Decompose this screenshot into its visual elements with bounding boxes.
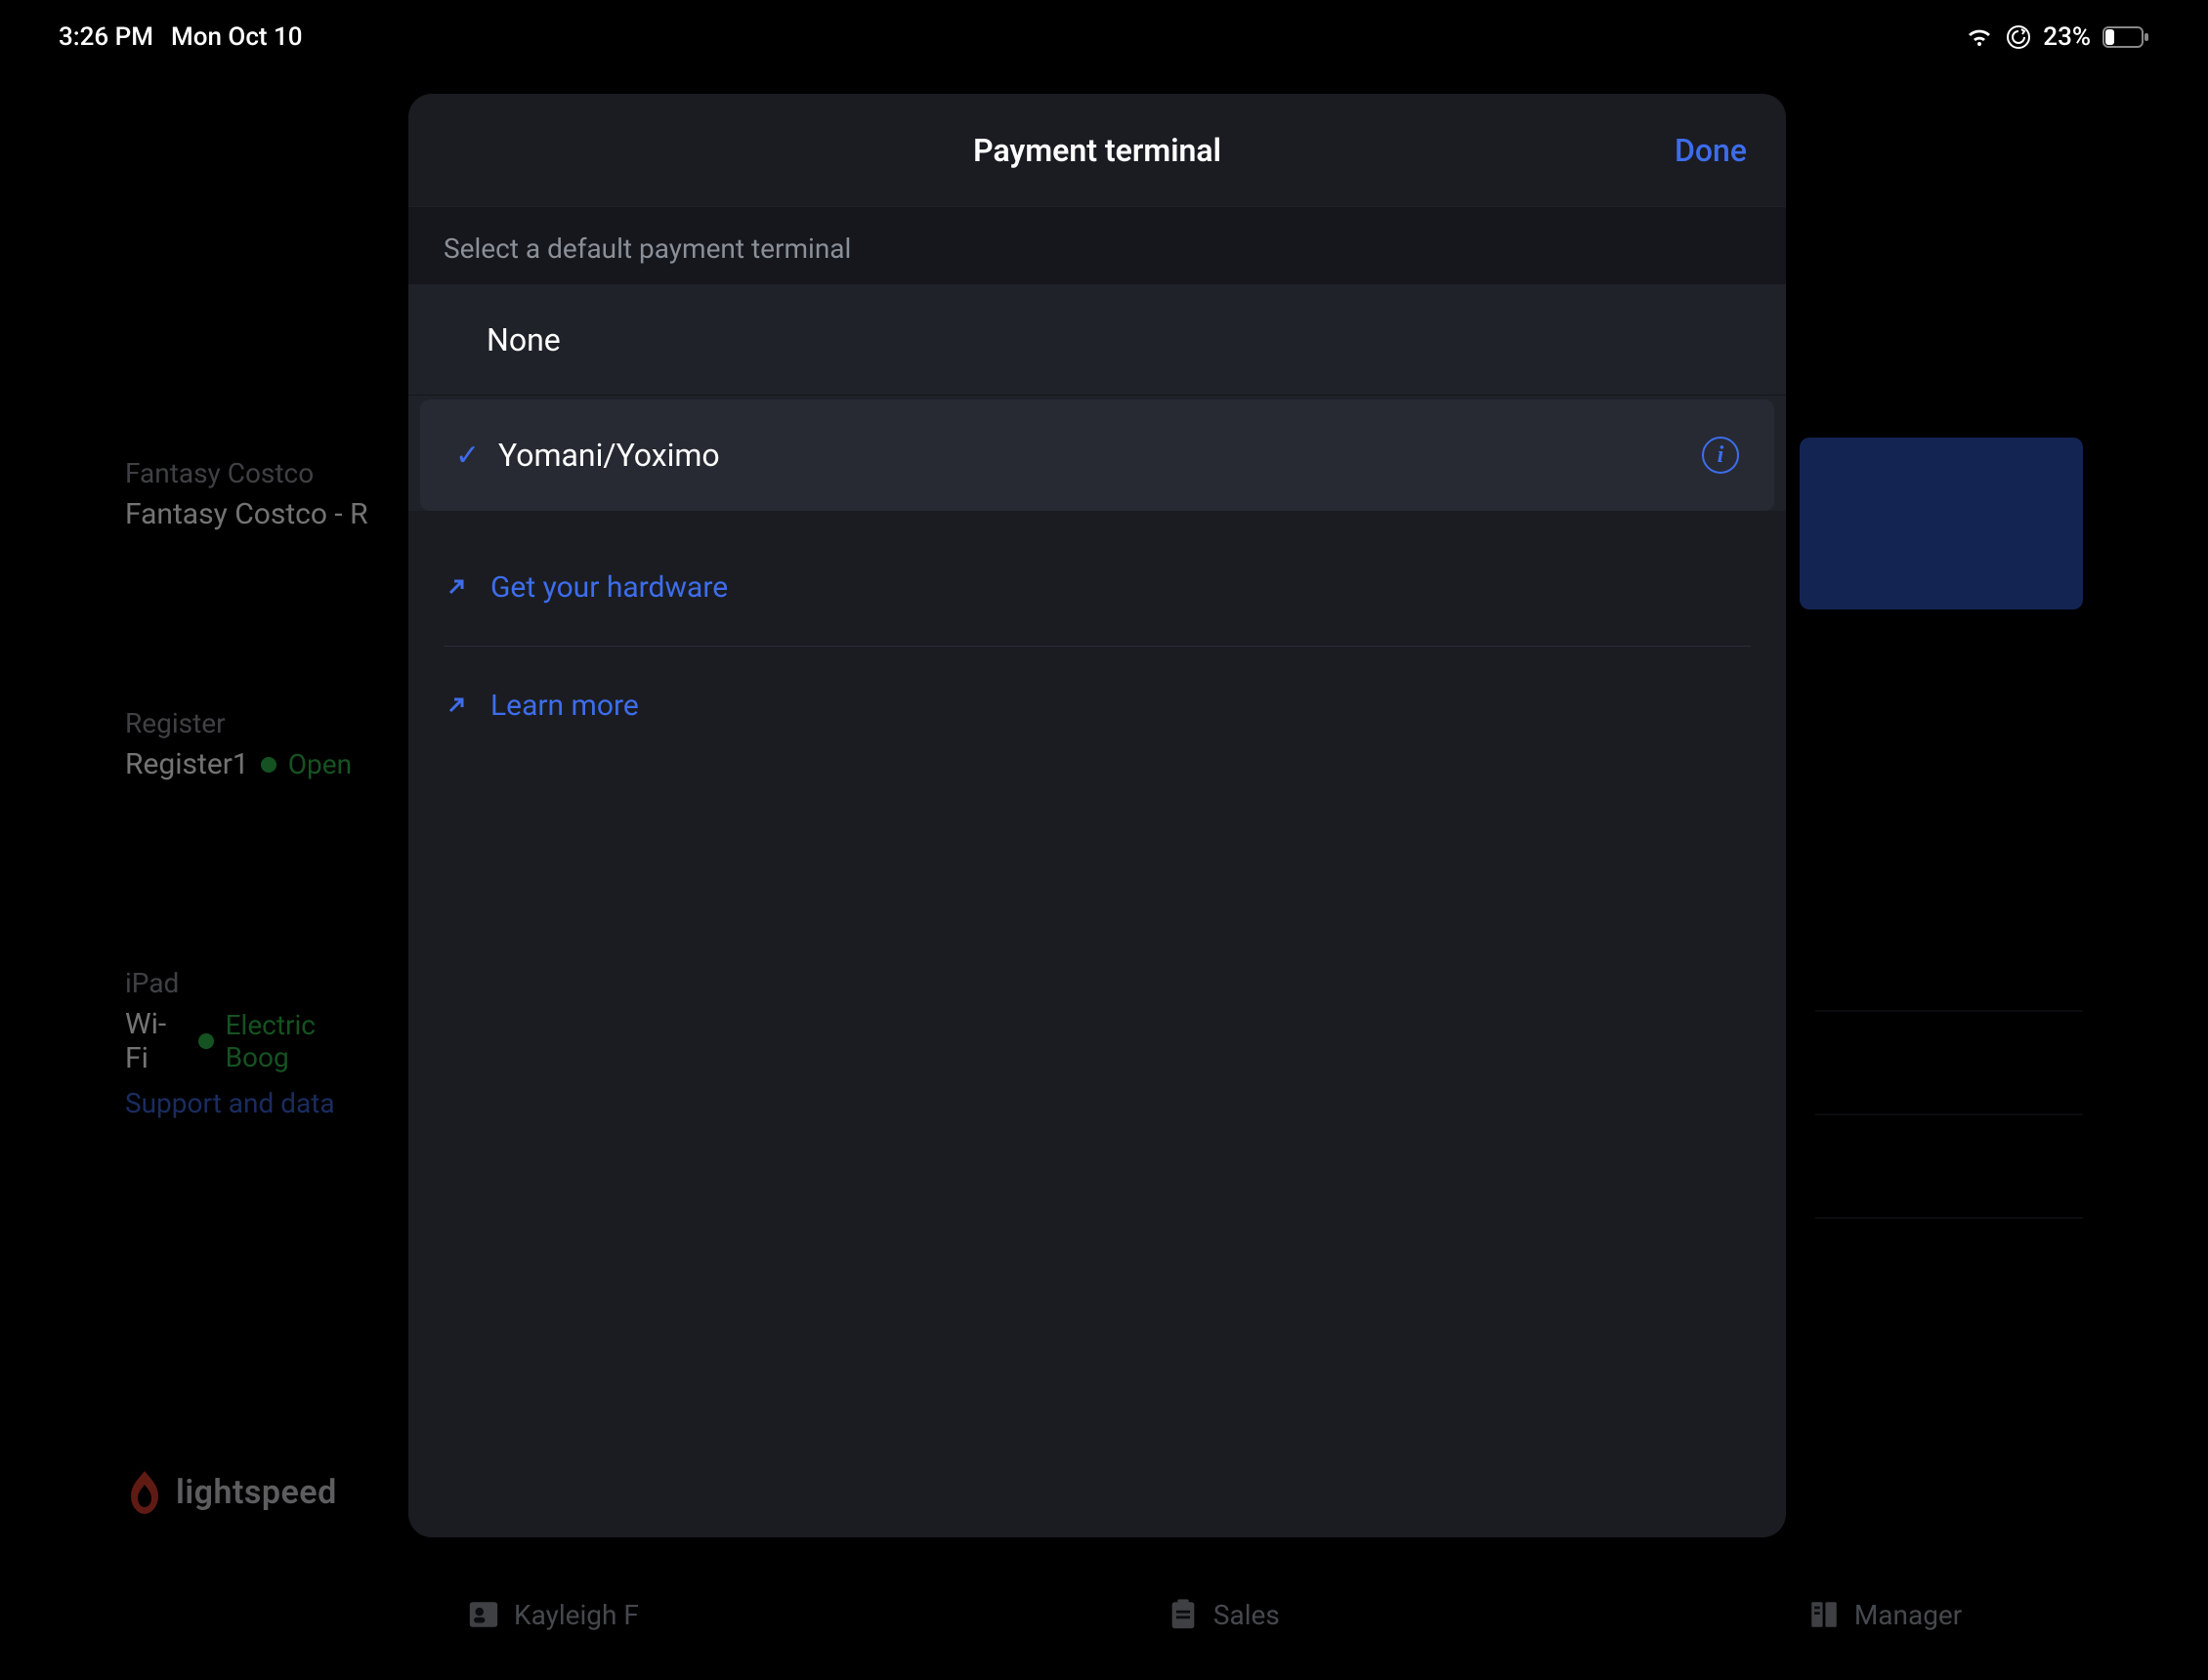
battery-icon [2102,26,2149,48]
external-arrow-icon [444,693,469,718]
terminal-option-none[interactable]: None [408,284,1786,396]
modal-header: Payment terminal Done [408,94,1786,207]
info-icon[interactable]: i [1702,437,1739,474]
rotation-lock-icon [2006,24,2031,50]
check-icon: ✓ [455,439,498,473]
status-time: 3:26 PM [59,22,153,52]
get-hardware-link[interactable]: Get your hardware [408,528,1786,646]
link-label: Learn more [490,689,639,723]
payment-terminal-modal: Payment terminal Done Select a default p… [408,94,1786,1537]
done-button[interactable]: Done [1675,94,1747,206]
modal-title: Payment terminal [973,132,1221,169]
learn-more-link[interactable]: Learn more [408,647,1786,764]
terminal-option-yomani[interactable]: ✓ Yomani/Yoximo i [420,399,1774,511]
external-arrow-icon [444,574,469,600]
link-section: Get your hardware Learn more [408,528,1786,764]
status-date: Mon Oct 10 [171,22,303,52]
section-header: Select a default payment terminal [408,207,1786,284]
battery-percent: 23% [2043,22,2091,52]
terminal-option-list: None ✓ Yomani/Yoximo i [408,284,1786,511]
wifi-icon [1965,26,1994,48]
link-label: Get your hardware [490,570,728,605]
option-label: Yomani/Yoximo [498,437,1702,474]
option-label: None [487,321,1751,358]
status-bar: 3:26 PM Mon Oct 10 23% [8,8,2200,66]
